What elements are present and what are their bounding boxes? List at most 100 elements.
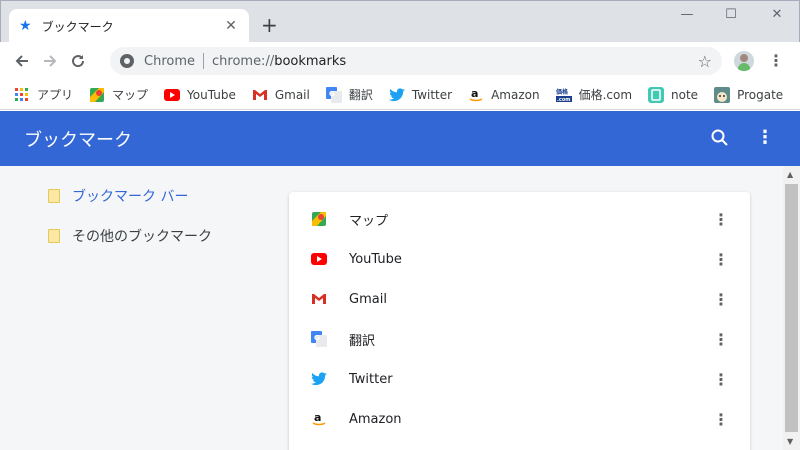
tab-title: ブックマーク [41, 19, 114, 34]
bookmark-note[interactable]: note [648, 86, 699, 103]
item-menu-icon[interactable]: ⋮ [713, 410, 729, 429]
folder-icon [48, 189, 60, 203]
scrollbar-thumb[interactable] [785, 184, 798, 432]
list-item[interactable]: Gmail ⋮ [289, 279, 750, 319]
apps-grid-icon [14, 87, 30, 103]
list-item[interactable]: YouTube ⋮ [289, 239, 750, 279]
profile-avatar[interactable] [734, 51, 754, 71]
item-menu-icon[interactable]: ⋮ [713, 370, 729, 389]
reload-button[interactable] [64, 47, 92, 75]
bookmark-label: アプリ [37, 88, 74, 102]
toolbar: Chrome chrome://bookmarks ☆ ⋮ [0, 42, 800, 80]
forward-button[interactable] [36, 47, 64, 75]
folder-other-bookmarks[interactable]: その他のブックマーク [48, 226, 212, 246]
bookmark-star-icon[interactable]: ☆ [698, 52, 712, 71]
origin-label: Chrome [144, 53, 195, 69]
youtube-icon [164, 87, 181, 103]
svg-text:a: a [314, 411, 321, 424]
amazon-icon: a [468, 87, 484, 103]
url-path: bookmarks [274, 53, 347, 69]
bookmark-gmail[interactable]: Gmail [252, 87, 310, 103]
list-item[interactable]: G 翻訳 ⋮ [289, 319, 750, 359]
item-menu-icon[interactable]: ⋮ [713, 330, 729, 349]
maps-icon [311, 211, 327, 227]
title-bar: ★ ブックマーク ✕ + — ☐ ✕ [0, 0, 800, 43]
list-item[interactable]: マップ ⋮ [289, 199, 750, 239]
folder-bookmarks-bar[interactable]: ブックマーク バー [48, 186, 188, 206]
search-icon[interactable] [710, 128, 730, 148]
bookmark-label: Amazon [491, 87, 540, 102]
reload-icon [72, 55, 85, 68]
twitter-icon [311, 371, 327, 387]
minimize-button[interactable]: — [677, 7, 697, 22]
folder-icon [48, 229, 60, 243]
bookmark-maps[interactable]: マップ [89, 86, 148, 103]
bookmark-label: マップ [112, 88, 149, 102]
back-button[interactable] [8, 47, 36, 75]
list-item[interactable]: a Amazon ⋮ [289, 399, 750, 439]
item-title: Gmail [349, 291, 387, 307]
item-menu-icon[interactable]: ⋮ [713, 210, 729, 229]
item-title: マップ [349, 213, 389, 229]
bookmark-kakaku[interactable]: 価格 .com 価格.com [555, 86, 633, 103]
svg-text:.com: .com [557, 97, 571, 102]
url-prefix: chrome:// [212, 53, 275, 69]
bookmarks-main: ブックマーク バー その他のブックマーク マップ ⋮ YouTube ⋮ Gma… [0, 166, 783, 450]
kakaku-icon: 価格 .com [555, 87, 572, 103]
bookmark-list-card: マップ ⋮ YouTube ⋮ Gmail ⋮ G 翻訳 ⋮ Twitter ⋮… [289, 192, 750, 450]
svg-text:G: G [329, 90, 335, 98]
item-menu-icon[interactable]: ⋮ [713, 250, 729, 269]
note-icon [648, 86, 665, 103]
bookmark-amazon[interactable]: a Amazon [468, 87, 540, 103]
translate-icon: G [325, 86, 342, 103]
scroll-up-arrow-icon[interactable]: ▲ [787, 170, 793, 179]
svg-text:G: G [314, 334, 320, 342]
chrome-page-icon [120, 54, 134, 68]
bookmark-label: Progate [737, 87, 784, 102]
scrollbar[interactable]: ▲ ▼ [783, 166, 800, 450]
twitter-icon [388, 87, 405, 103]
item-title: YouTube [349, 251, 402, 267]
star-icon: ★ [19, 18, 32, 34]
translate-icon: G [311, 331, 327, 347]
tab-close-button[interactable]: ✕ [223, 18, 239, 34]
svg-text:a: a [471, 87, 478, 100]
item-title: 翻訳 [349, 333, 376, 349]
svg-text:価格: 価格 [556, 88, 569, 96]
maximize-button[interactable]: ☐ [721, 7, 741, 22]
bookmark-label: YouTube [187, 87, 236, 102]
maps-icon [89, 87, 105, 103]
tab-bookmarks[interactable]: ★ ブックマーク ✕ [9, 9, 249, 43]
window-close-button[interactable]: ✕ [767, 7, 787, 22]
address-bar[interactable]: Chrome chrome://bookmarks ☆ [110, 47, 722, 75]
bookmark-label: note [671, 87, 699, 102]
bookmark-label: Gmail [274, 87, 310, 102]
item-menu-icon[interactable]: ⋮ [713, 290, 729, 309]
list-item[interactable]: Twitter ⋮ [289, 359, 750, 399]
page-title: ブックマーク [24, 129, 132, 151]
folder-label: ブックマーク バー [72, 189, 189, 205]
chrome-menu-icon[interactable]: ⋮ [768, 51, 784, 70]
forward-arrow-icon [44, 55, 57, 67]
bookmark-progate[interactable]: Progate [714, 86, 784, 103]
gmail-icon [311, 291, 327, 307]
bookmarks-app-header: ブックマーク ⋮ [0, 111, 800, 166]
new-tab-button[interactable]: + [261, 15, 278, 35]
bookmark-translate[interactable]: G 翻訳 [325, 86, 373, 103]
bookmark-label: Twitter [411, 87, 453, 102]
folder-label: その他のブックマーク [72, 229, 212, 245]
progate-icon [714, 86, 731, 103]
bookmark-label: 価格.com [578, 88, 633, 102]
omnibox-divider [203, 53, 204, 69]
item-title: Twitter [349, 371, 393, 387]
bookmark-twitter[interactable]: Twitter [388, 87, 453, 103]
bookmark-apps[interactable]: アプリ [14, 86, 73, 103]
scroll-down-arrow-icon[interactable]: ▼ [787, 437, 793, 446]
gmail-icon [252, 87, 268, 103]
back-arrow-icon [15, 55, 28, 67]
bookmarks-bar: アプリ マップ YouTube Gmail G 翻訳 Twitter a Ama [0, 80, 800, 110]
bookmark-label: 翻訳 [348, 88, 373, 102]
youtube-icon [311, 251, 327, 267]
app-menu-icon[interactable]: ⋮ [756, 127, 774, 148]
bookmark-youtube[interactable]: YouTube [164, 87, 236, 103]
